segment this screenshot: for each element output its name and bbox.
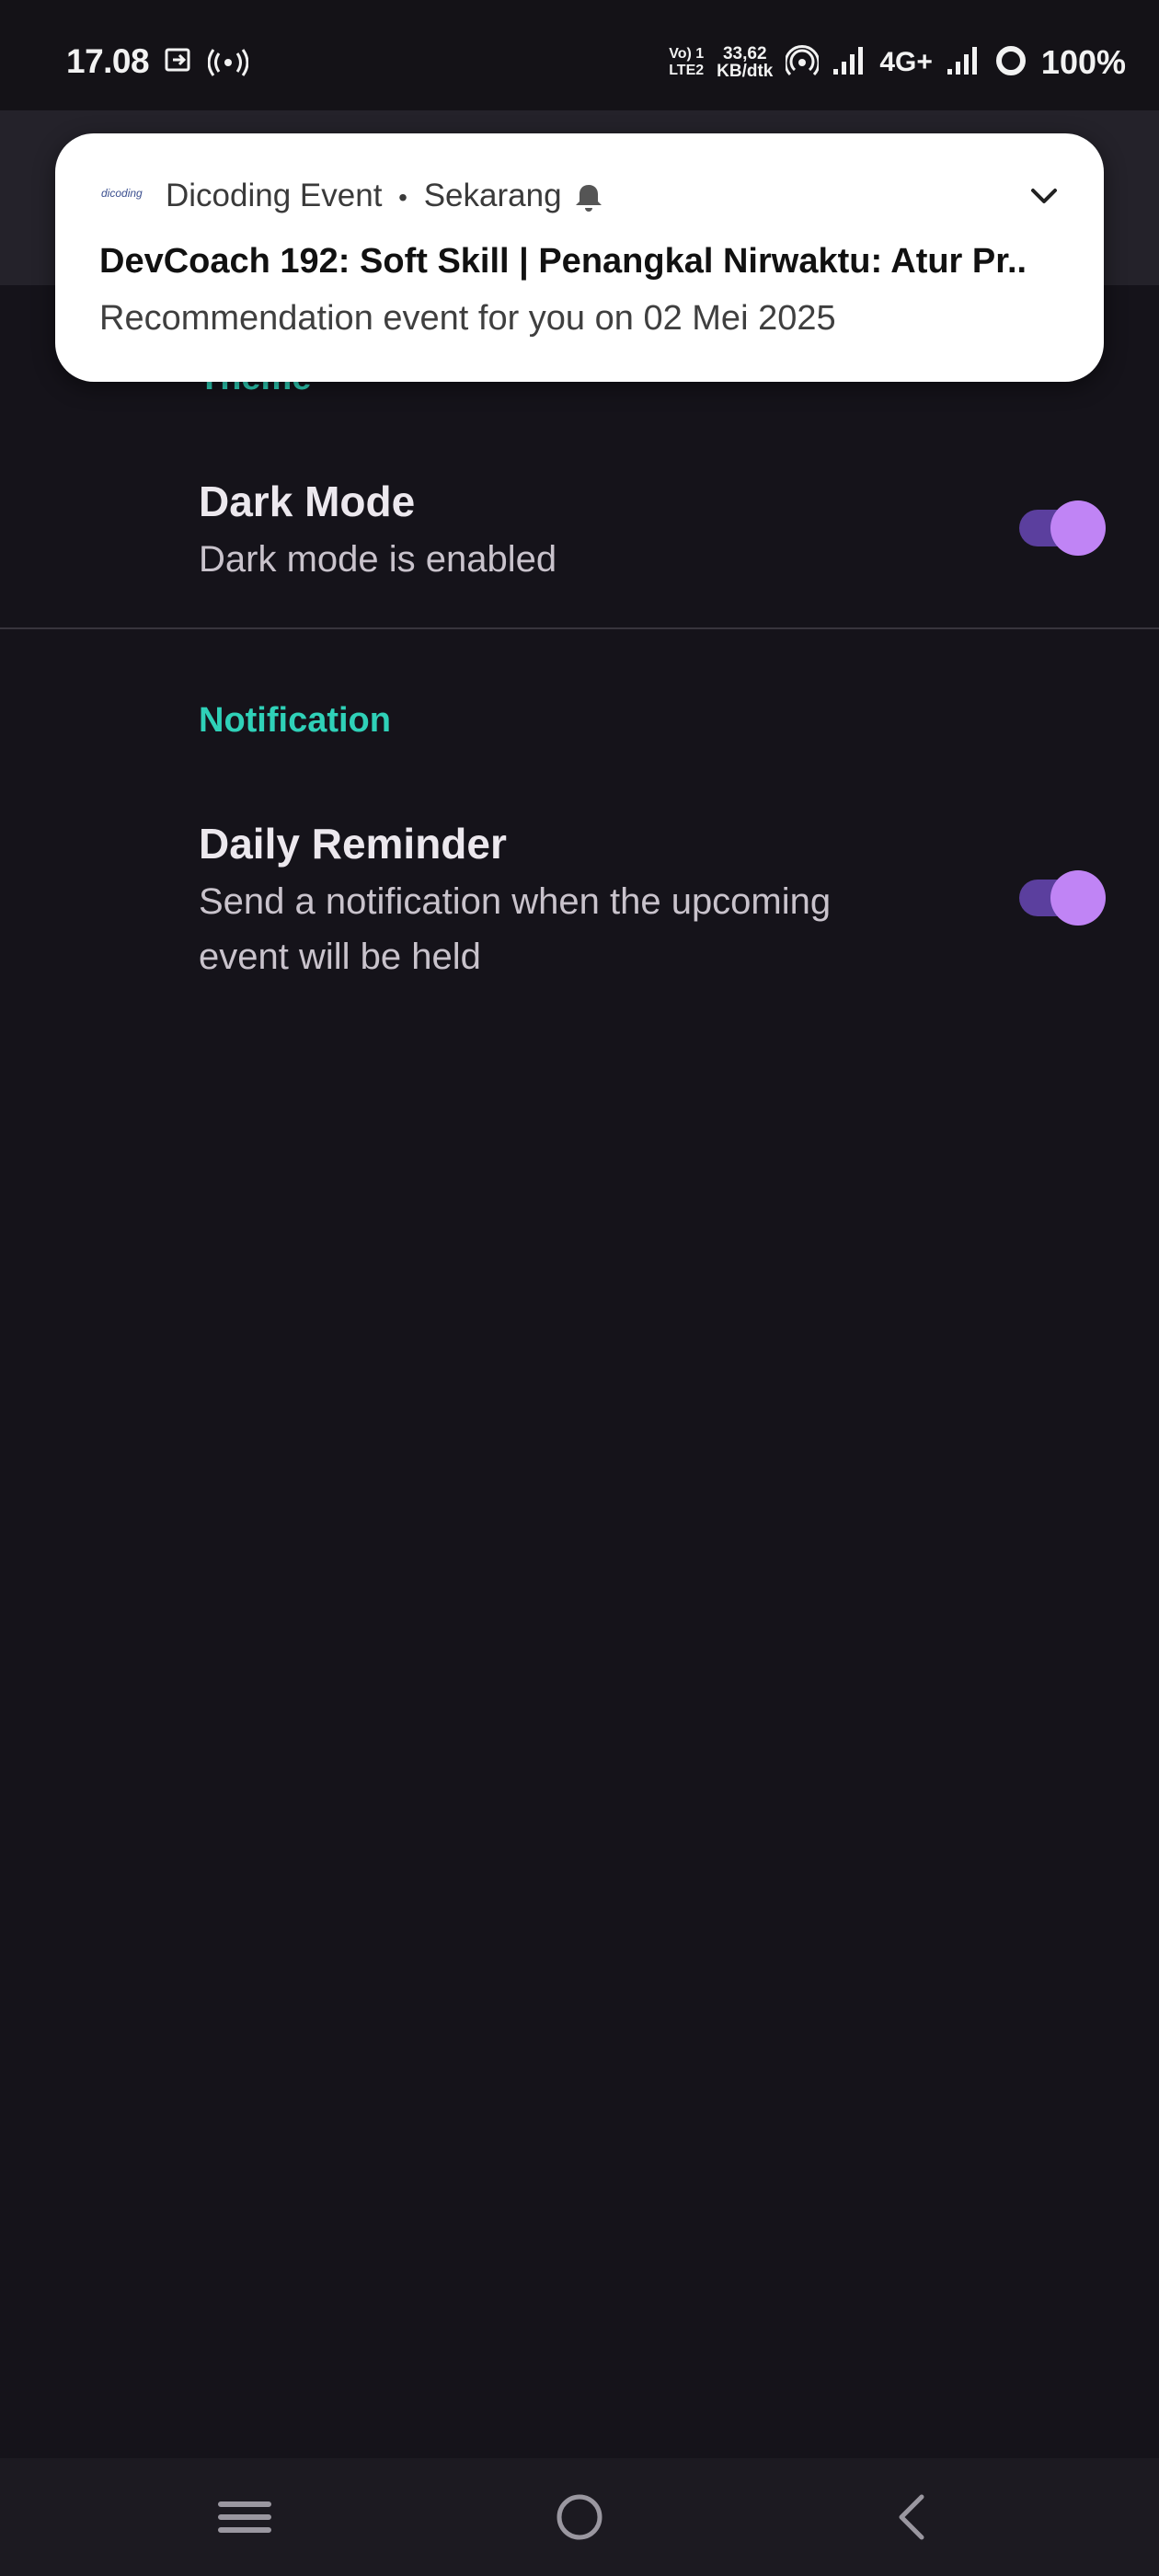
hotspot-icon bbox=[784, 44, 820, 82]
chevron-down-icon[interactable] bbox=[1026, 178, 1062, 219]
divider bbox=[0, 627, 1159, 629]
dark-mode-summary: Dark mode is enabled bbox=[199, 539, 557, 580]
app-logo: dicoding bbox=[101, 187, 143, 200]
notification-time: Sekarang bbox=[423, 178, 562, 213]
network-speed: 33,62 KB/dtk bbox=[717, 45, 773, 80]
navigation-bar bbox=[0, 2458, 1159, 2576]
daily-reminder-summary-line1: Send a notification when the upcoming bbox=[199, 881, 832, 922]
switch-thumb bbox=[1050, 870, 1106, 926]
signal-icon-2 bbox=[946, 45, 981, 81]
menu-icon[interactable] bbox=[208, 2490, 281, 2545]
daily-reminder-switch[interactable] bbox=[1016, 870, 1107, 926]
dark-mode-switch[interactable] bbox=[1016, 500, 1107, 556]
settings-content: Theme Dark Mode Dark mode is enabled Not… bbox=[0, 285, 1159, 2456]
notification-text: Recommendation event for you on 02 Mei 2… bbox=[99, 299, 836, 338]
battery-percentage: 100% bbox=[1040, 43, 1126, 81]
back-icon[interactable] bbox=[876, 2490, 949, 2545]
battery-saver-icon bbox=[993, 43, 1028, 83]
status-bar: 17.08 Vo) 1 LTE2 33,62 KB/dtk 4G+ 100% bbox=[0, 0, 1159, 110]
volte-top: Vo) 1 bbox=[669, 46, 705, 62]
status-time: 17.08 bbox=[66, 42, 150, 80]
daily-reminder-title: Daily Reminder bbox=[199, 820, 507, 868]
daily-reminder-summary-line2: event will be held bbox=[199, 937, 481, 977]
cast-icon bbox=[164, 46, 195, 82]
notification-separator: • bbox=[398, 183, 407, 212]
status-right: Vo) 1 LTE2 33,62 KB/dtk 4G+ 100% bbox=[669, 37, 1126, 88]
heads-up-notification[interactable]: dicoding Dicoding Event • Sekarang DevCo… bbox=[55, 133, 1104, 382]
network-type: 4G+ bbox=[879, 47, 933, 77]
volte-bottom: LTE2 bbox=[669, 63, 705, 78]
speed-value: 33,62 bbox=[722, 44, 767, 63]
notification-title: DevCoach 192: Soft Skill | Penangkal Nir… bbox=[99, 242, 1027, 281]
signal-icon bbox=[832, 45, 866, 81]
dark-mode-title: Dark Mode bbox=[199, 477, 416, 525]
radio-icon bbox=[207, 46, 249, 82]
home-icon[interactable] bbox=[543, 2490, 616, 2545]
notification-header: Dicoding Event • Sekarang bbox=[166, 178, 562, 214]
bell-icon bbox=[572, 181, 605, 219]
volte-indicator: Vo) 1 LTE2 bbox=[669, 46, 704, 79]
switch-thumb bbox=[1050, 500, 1106, 556]
speed-unit: KB/dtk bbox=[717, 62, 774, 81]
section-title-notification: Notification bbox=[199, 701, 391, 740]
notification-app-name: Dicoding Event bbox=[166, 178, 383, 213]
